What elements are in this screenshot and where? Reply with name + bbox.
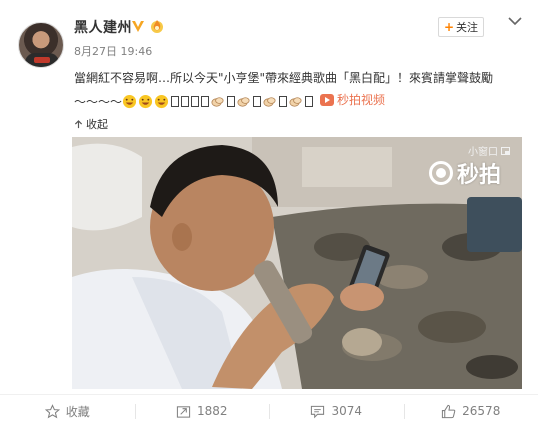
video-link[interactable]: 秒拍视频 <box>320 89 385 111</box>
tilde-text: 〜〜〜〜 <box>74 95 123 109</box>
mini-window-button[interactable]: 小窗口 <box>468 143 510 158</box>
avatar[interactable] <box>18 22 64 68</box>
like-count: 26578 <box>462 404 501 418</box>
miaopai-watermark: 秒拍 <box>429 157 501 189</box>
like-button[interactable]: 26578 <box>403 395 538 427</box>
favorite-label: 收藏 <box>65 404 90 419</box>
verified-badge-icon <box>132 21 144 32</box>
like-icon <box>442 404 456 418</box>
weibo-post-card: 黑人建州 8月27日 19:46 + 关注 當網紅不容易啊…所以今天"小亨堡"帶… <box>0 0 538 427</box>
follow-button[interactable]: + 关注 <box>438 17 484 37</box>
miaopai-logo-icon <box>429 161 453 185</box>
post-line-2: 〜〜〜〜 秒拍视频 <box>74 89 529 113</box>
post-text: 當網紅不容易啊…所以今天"小亨堡"帶來經典歌曲「黑白配」！來賓請掌聲鼓勵 〜〜〜… <box>74 67 529 113</box>
follow-label: 关注 <box>456 21 479 34</box>
chevron-down-icon[interactable] <box>507 15 523 27</box>
video-link-label: 秒拍视频 <box>337 93 386 107</box>
clapping-hands-icon <box>211 97 224 107</box>
comment-count: 3074 <box>331 404 363 418</box>
repost-count: 1882 <box>196 404 228 418</box>
star-icon <box>44 403 60 418</box>
comment-icon <box>311 405 325 418</box>
share-icon <box>176 405 191 418</box>
arrow-up-icon <box>74 119 83 128</box>
post-timestamp[interactable]: 8月27日 19:46 <box>74 43 152 59</box>
action-bar: 收藏 1882 3074 26578 <box>0 394 538 427</box>
post-line-1: 當網紅不容易啊…所以今天"小亨堡"帶來經典歌曲「黑白配」！來賓請掌聲鼓勵 <box>74 71 494 85</box>
comment-button[interactable]: 3074 <box>269 395 404 427</box>
laughing-emoji-icon <box>138 94 153 109</box>
video-play-icon <box>320 94 335 106</box>
clapping-hands-icon <box>263 97 276 107</box>
video-player[interactable]: 小窗口 秒拍 <box>72 137 522 389</box>
picture-in-picture-icon <box>501 146 510 155</box>
favorite-button[interactable]: 收藏 <box>0 395 135 427</box>
clapping-hands-icon <box>289 97 302 107</box>
miaopai-logo-text: 秒拍 <box>457 163 502 188</box>
collapse-button[interactable]: 收起 <box>74 116 108 132</box>
laughing-emoji-icon <box>154 94 169 109</box>
clapping-hands-icon <box>237 97 250 107</box>
mini-window-label: 小窗口 <box>468 147 498 158</box>
username[interactable]: 黑人建州 <box>74 17 132 37</box>
fire-badge-icon <box>151 20 163 33</box>
laughing-emoji-icon <box>122 94 137 109</box>
plus-icon: + <box>443 20 455 34</box>
repost-button[interactable]: 1882 <box>134 395 270 427</box>
collapse-label: 收起 <box>86 118 108 131</box>
